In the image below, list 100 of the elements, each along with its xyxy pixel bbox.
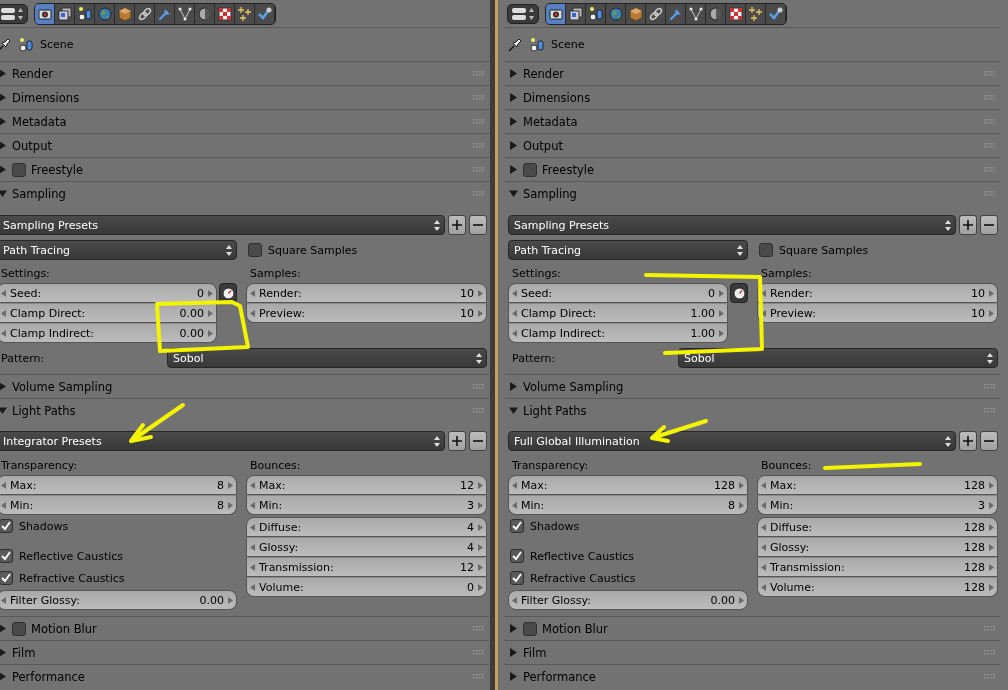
left-arrow-icon[interactable] — [250, 583, 255, 591]
number-field[interactable]: Diffuse: 128 — [757, 517, 998, 537]
properties-tab[interactable] — [135, 3, 155, 24]
number-field[interactable]: Glossy: 128 — [757, 537, 998, 557]
section-header[interactable]: Freestyle — [0, 157, 489, 181]
properties-tab[interactable] — [766, 3, 786, 24]
grip-icon[interactable] — [473, 384, 485, 389]
left-arrow-icon[interactable] — [1, 481, 6, 489]
section-header[interactable]: Output — [0, 133, 489, 157]
left-arrow-icon[interactable] — [512, 289, 517, 297]
left-arrow-icon[interactable] — [250, 563, 255, 571]
editor-type-button[interactable] — [507, 3, 539, 24]
left-arrow-icon[interactable] — [1, 309, 6, 317]
grip-icon[interactable] — [473, 71, 485, 76]
section-header[interactable]: Light Paths — [0, 398, 489, 422]
grip-icon[interactable] — [473, 119, 485, 124]
section-header[interactable]: Film — [0, 640, 489, 664]
checkbox-label[interactable]: Reflective Caustics — [0, 546, 237, 566]
properties-tab[interactable] — [155, 3, 175, 24]
left-arrow-icon[interactable] — [1, 596, 6, 604]
grip-icon[interactable] — [984, 674, 996, 679]
editor-type-button[interactable] — [0, 3, 28, 24]
right-arrow-icon[interactable] — [989, 563, 994, 571]
section-header[interactable]: Render — [0, 61, 489, 85]
checkbox[interactable] — [0, 549, 13, 563]
properties-tab[interactable] — [646, 3, 666, 24]
section-header[interactable]: Film — [505, 640, 1000, 664]
number-field[interactable]: Min: 8 — [508, 495, 748, 515]
checkbox-label[interactable]: Reflective Caustics — [508, 546, 748, 566]
pattern-dropdown[interactable]: Sobol — [167, 348, 487, 368]
pattern-dropdown[interactable]: Sobol — [678, 348, 998, 368]
pin-icon[interactable] — [508, 37, 523, 52]
properties-tab[interactable] — [706, 3, 726, 24]
checkbox[interactable] — [12, 162, 26, 177]
left-arrow-icon[interactable] — [512, 481, 517, 489]
properties-tab[interactable] — [55, 3, 75, 24]
grip-icon[interactable] — [984, 384, 996, 389]
checkbox[interactable] — [523, 162, 537, 177]
number-field[interactable]: Volume: 128 — [757, 577, 998, 597]
left-arrow-icon[interactable] — [761, 289, 766, 297]
remove-preset-button[interactable] — [469, 431, 487, 451]
checkbox-label[interactable]: Refractive Caustics — [0, 568, 237, 588]
presets-dropdown[interactable]: Integrator Presets — [0, 431, 445, 451]
properties-tab[interactable] — [746, 3, 766, 24]
left-arrow-icon[interactable] — [1, 501, 6, 509]
right-arrow-icon[interactable] — [739, 501, 744, 509]
right-arrow-icon[interactable] — [478, 481, 483, 489]
right-arrow-icon[interactable] — [989, 543, 994, 551]
section-header[interactable]: Metadata — [0, 109, 489, 133]
right-arrow-icon[interactable] — [478, 543, 483, 551]
section-header[interactable]: Performance — [505, 664, 1000, 688]
grip-icon[interactable] — [473, 167, 485, 172]
properties-tab[interactable] — [726, 3, 746, 24]
number-field[interactable]: Max: 128 — [508, 475, 748, 495]
section-header[interactable]: Dimensions — [505, 85, 1000, 109]
section-header[interactable]: Motion Blur — [505, 616, 1000, 640]
grip-icon[interactable] — [984, 408, 996, 413]
right-arrow-icon[interactable] — [989, 309, 994, 317]
right-arrow-icon[interactable] — [739, 596, 744, 604]
left-arrow-icon[interactable] — [761, 583, 766, 591]
right-arrow-icon[interactable] — [478, 309, 483, 317]
right-arrow-icon[interactable] — [478, 523, 483, 531]
checkbox-label[interactable]: Square Samples — [757, 240, 998, 260]
number-field[interactable]: Transmission: 128 — [757, 557, 998, 577]
left-arrow-icon[interactable] — [512, 309, 517, 317]
right-arrow-icon[interactable] — [208, 289, 213, 297]
grip-icon[interactable] — [984, 119, 996, 124]
checkbox-label[interactable]: Shadows — [508, 516, 748, 536]
left-arrow-icon[interactable] — [250, 501, 255, 509]
checkbox-label[interactable]: Shadows — [0, 516, 237, 536]
left-arrow-icon[interactable] — [512, 329, 517, 337]
animate-seed-button[interactable] — [730, 283, 748, 303]
section-header[interactable]: Freestyle — [505, 157, 1000, 181]
properties-tab[interactable] — [175, 3, 195, 24]
add-preset-button[interactable] — [959, 431, 977, 451]
right-arrow-icon[interactable] — [478, 501, 483, 509]
number-field[interactable]: Preview: 10 — [757, 303, 998, 323]
properties-tab[interactable] — [235, 3, 255, 24]
properties-tab[interactable] — [215, 3, 235, 24]
right-arrow-icon[interactable] — [228, 501, 233, 509]
number-field[interactable]: Min: 3 — [246, 495, 487, 515]
grip-icon[interactable] — [473, 650, 485, 655]
checkbox[interactable] — [510, 571, 524, 585]
checkbox[interactable] — [0, 571, 13, 585]
properties-tab[interactable] — [626, 3, 646, 24]
section-header[interactable]: Motion Blur — [0, 616, 489, 640]
left-arrow-icon[interactable] — [1, 329, 6, 337]
section-header[interactable]: Volume Sampling — [0, 374, 489, 398]
number-field[interactable]: Transmission: 12 — [246, 557, 487, 577]
left-arrow-icon[interactable] — [761, 481, 766, 489]
right-arrow-icon[interactable] — [478, 583, 483, 591]
right-arrow-icon[interactable] — [739, 481, 744, 489]
left-arrow-icon[interactable] — [761, 309, 766, 317]
left-arrow-icon[interactable] — [1, 289, 6, 297]
number-field[interactable]: Max: 12 — [246, 475, 487, 495]
properties-tab[interactable] — [586, 3, 606, 24]
properties-tab[interactable] — [255, 3, 275, 24]
grip-icon[interactable] — [984, 71, 996, 76]
grip-icon[interactable] — [473, 95, 485, 100]
checkbox[interactable] — [12, 621, 26, 636]
